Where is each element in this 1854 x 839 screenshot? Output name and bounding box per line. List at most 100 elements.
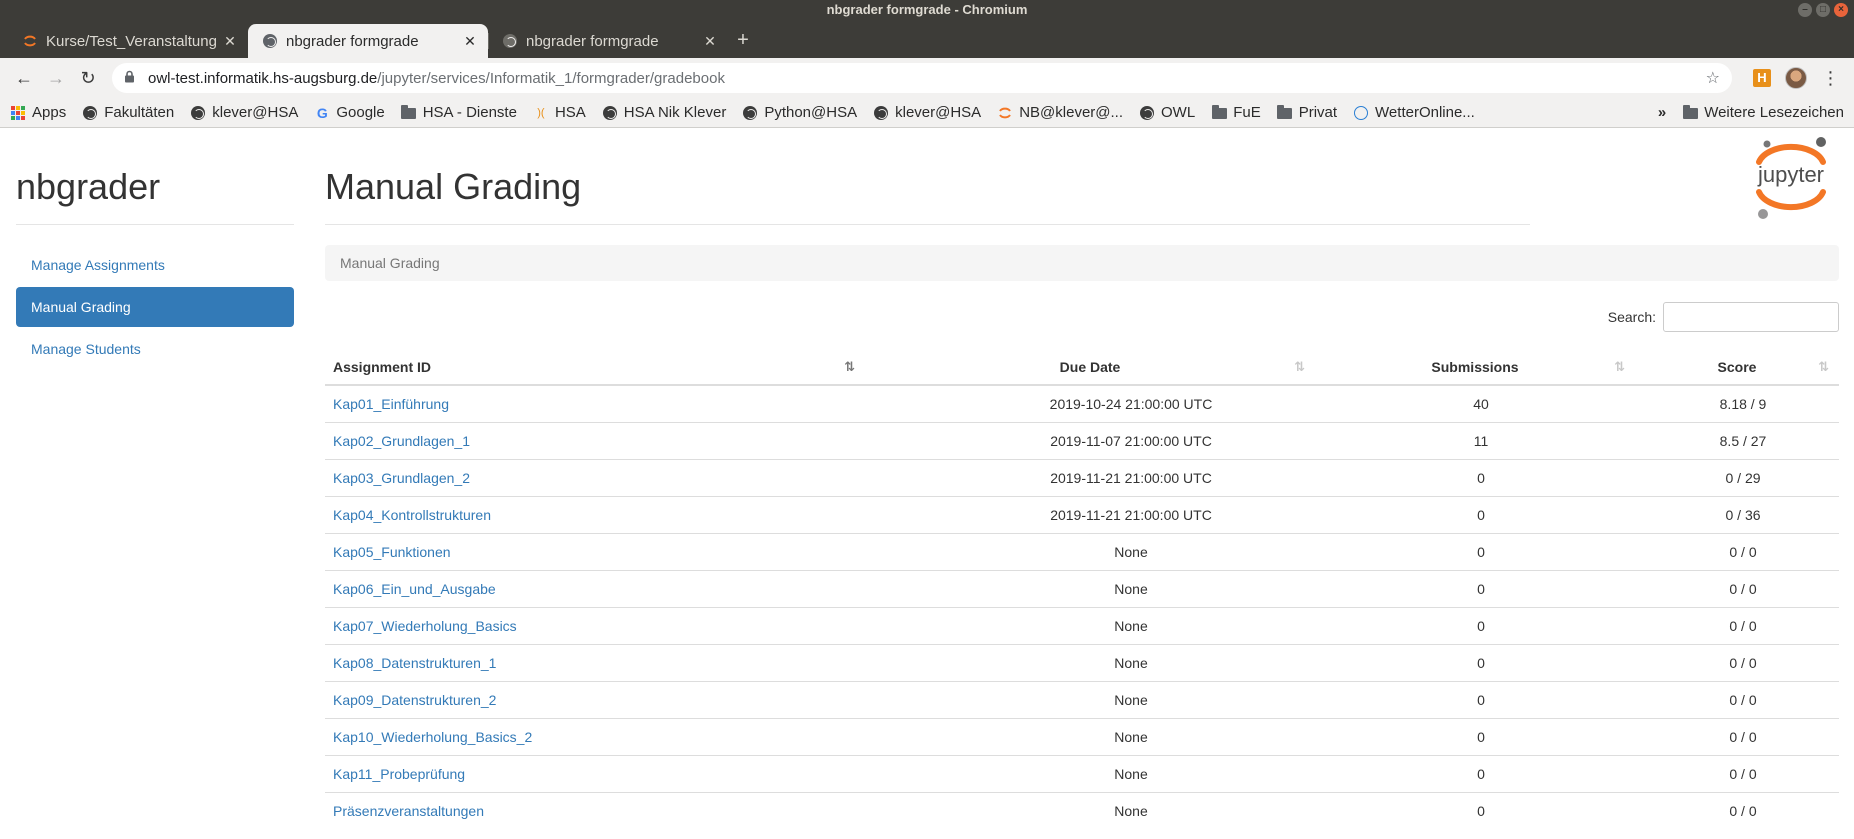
assignment-link[interactable]: Kap09_Datenstrukturen_2 — [333, 692, 496, 708]
cell-submissions: 0 — [1315, 791, 1635, 829]
cell-assignment-id: Präsenzveranstaltungen — [325, 791, 865, 829]
close-icon[interactable]: ✕ — [462, 33, 478, 50]
bookmark-item[interactable]: klever@HSA — [873, 104, 981, 121]
column-header-due-date[interactable]: Due Date ⇅ — [865, 349, 1315, 386]
menu-button[interactable]: ⋮ — [1816, 64, 1844, 92]
window-title: nbgrader formgrade - Chromium — [826, 2, 1028, 17]
search-label: Search: — [1607, 309, 1656, 325]
jupyter-icon — [997, 105, 1013, 121]
bookmark-item[interactable]: Privat — [1277, 104, 1337, 121]
bookmark-label: FuE — [1233, 104, 1261, 121]
assignment-link[interactable]: Kap06_Ein_und_Ausgabe — [333, 581, 496, 597]
bookmarks-more-button[interactable]: » — [1658, 104, 1666, 121]
tab-nbgrader-formgrade-2[interactable]: nbgrader formgrade ✕ — [488, 24, 728, 58]
cell-submissions: 0 — [1315, 754, 1635, 792]
window-titlebar: nbgrader formgrade - Chromium – □ × — [0, 0, 1854, 20]
table-row: Kap04_Kontrollstrukturen 2019-11-21 21:00… — [325, 495, 1839, 533]
bookmark-item[interactable]: WetterOnline... — [1353, 104, 1475, 121]
cell-submissions: 0 — [1315, 643, 1635, 681]
cell-assignment-id: Kap03_Grundlagen_2 — [325, 458, 865, 496]
assignment-link[interactable]: Kap05_Funktionen — [333, 544, 451, 560]
sort-asc-icon: ⇅ — [844, 359, 855, 374]
tab-label: Kurse/Test_Veranstaltung — [46, 32, 217, 50]
assignment-link[interactable]: Kap08_Datenstrukturen_1 — [333, 655, 496, 671]
assignment-link[interactable]: Kap04_Kontrollstrukturen — [333, 507, 491, 523]
bookmark-item[interactable]: OWL — [1139, 104, 1195, 121]
globe-icon — [82, 105, 98, 121]
cell-due-date: None — [865, 532, 1315, 570]
bookmark-label: WetterOnline... — [1375, 104, 1475, 121]
cell-due-date: None — [865, 569, 1315, 607]
bookmark-item[interactable]: )(HSA — [533, 104, 586, 121]
bookmark-label: Apps — [32, 104, 67, 121]
reload-button[interactable]: ↻ — [74, 64, 102, 92]
assignment-link[interactable]: Kap02_Grundlagen_1 — [333, 433, 470, 449]
back-button[interactable]: ← — [10, 64, 38, 92]
tab-nbgrader-formgrade[interactable]: nbgrader formgrade ✕ — [248, 24, 488, 58]
cell-score: 0 / 0 — [1635, 643, 1839, 681]
sidebar: nbgrader Manage Assignments Manual Gradi… — [16, 128, 294, 371]
cell-assignment-id: Kap01_Einführung — [325, 384, 865, 422]
table-row: Kap10_Wiederholung_Basics_2 None 0 0 / 0 — [325, 717, 1839, 755]
bookmark-item[interactable]: NB@klever@... — [997, 104, 1123, 121]
bookmark-item[interactable]: klever@HSA — [190, 104, 298, 121]
cell-submissions: 0 — [1315, 680, 1635, 718]
assignment-link[interactable]: Kap03_Grundlagen_2 — [333, 470, 470, 486]
table-row: Präsenzveranstaltungen None 0 0 / 0 — [325, 791, 1839, 829]
cell-score: 0 / 0 — [1635, 680, 1839, 718]
cell-submissions: 0 — [1315, 532, 1635, 570]
bookmark-item[interactable]: HSA Nik Klever — [602, 104, 726, 121]
forward-button[interactable]: → — [42, 64, 70, 92]
jupyter-logo[interactable]: jupyter — [1739, 134, 1839, 222]
bookmark-label: Weitere Lesezeichen — [1704, 104, 1844, 121]
cell-submissions: 0 — [1315, 717, 1635, 755]
cell-score: 0 / 36 — [1635, 495, 1839, 533]
assignment-link[interactable]: Kap01_Einführung — [333, 396, 449, 412]
column-header-submissions[interactable]: Submissions ⇅ — [1315, 349, 1635, 386]
minimize-button[interactable]: – — [1798, 3, 1812, 17]
double-chevron-icon: » — [1657, 104, 1667, 121]
cell-due-date: None — [865, 680, 1315, 718]
sidebar-item-manage-students[interactable]: Manage Students — [16, 329, 294, 369]
address-bar[interactable]: owl-test.informatik.hs-augsburg.de/jupyt… — [112, 63, 1732, 93]
bookmark-item[interactable]: G Google — [314, 104, 385, 121]
other-bookmarks-folder[interactable]: Weitere Lesezeichen — [1682, 104, 1844, 121]
tab-strip: Kurse/Test_Veranstaltung ✕ nbgrader form… — [0, 20, 1854, 58]
sidebar-item-manage-assignments[interactable]: Manage Assignments — [16, 245, 294, 285]
globe-icon — [873, 105, 889, 121]
assignment-link[interactable]: Kap07_Wiederholung_Basics — [333, 618, 517, 634]
assignment-link[interactable]: Kap10_Wiederholung_Basics_2 — [333, 729, 532, 745]
brand-title: nbgrader — [16, 128, 294, 225]
close-icon[interactable]: ✕ — [702, 33, 718, 50]
cell-assignment-id: Kap05_Funktionen — [325, 532, 865, 570]
profile-button[interactable] — [1782, 64, 1810, 92]
cell-due-date: 2019-11-21 21:00:00 UTC — [865, 495, 1315, 533]
extension-h-icon: H — [1753, 69, 1771, 87]
search-input[interactable] — [1663, 302, 1839, 332]
sort-icon: ⇅ — [1614, 359, 1625, 374]
cell-assignment-id: Kap06_Ein_und_Ausgabe — [325, 569, 865, 607]
extension-button[interactable]: H — [1748, 64, 1776, 92]
cell-score: 0 / 0 — [1635, 791, 1839, 829]
bookmark-star-icon[interactable]: ☆ — [1706, 68, 1720, 88]
url-text[interactable]: owl-test.informatik.hs-augsburg.de/jupyt… — [148, 70, 1706, 87]
bookmark-item[interactable]: Apps — [10, 104, 66, 121]
column-header-score[interactable]: Score ⇅ — [1635, 349, 1839, 386]
bookmark-item[interactable]: Fakultäten — [82, 104, 174, 121]
cell-assignment-id: Kap09_Datenstrukturen_2 — [325, 680, 865, 718]
assignment-link[interactable]: Präsenzveranstaltungen — [333, 803, 484, 819]
tab-kurse[interactable]: Kurse/Test_Veranstaltung ✕ — [8, 24, 248, 58]
column-header-assignment-id[interactable]: Assignment ID ⇅ — [325, 349, 865, 386]
sidebar-item-manual-grading[interactable]: Manual Grading — [16, 287, 294, 327]
cell-assignment-id: Kap08_Datenstrukturen_1 — [325, 643, 865, 681]
bookmark-item[interactable]: HSA - Dienste — [401, 104, 517, 121]
close-window-button[interactable]: × — [1834, 3, 1848, 17]
bookmark-item[interactable]: FuE — [1211, 104, 1261, 121]
folder-icon — [1211, 105, 1227, 121]
maximize-button[interactable]: □ — [1816, 3, 1830, 17]
new-tab-button[interactable]: + — [728, 24, 758, 58]
assignment-link[interactable]: Kap11_Probeprüfung — [333, 766, 465, 782]
close-icon[interactable]: ✕ — [222, 33, 238, 50]
cell-score: 0 / 0 — [1635, 606, 1839, 644]
bookmark-item[interactable]: Python@HSA — [742, 104, 857, 121]
